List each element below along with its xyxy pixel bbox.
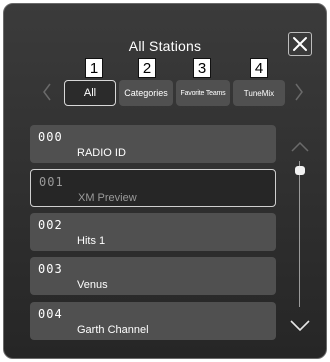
station-row-001[interactable]: 001 XM Preview bbox=[30, 169, 276, 207]
scrollbar-track[interactable] bbox=[299, 161, 300, 307]
station-number: 002 bbox=[38, 218, 63, 232]
callout-2: 2 bbox=[138, 58, 156, 78]
chevron-down-icon bbox=[290, 320, 310, 332]
station-name: Garth Channel bbox=[77, 324, 149, 336]
callout-1: 1 bbox=[85, 58, 103, 78]
page-title: All Stations bbox=[128, 38, 202, 54]
station-number: 004 bbox=[38, 307, 63, 321]
close-icon bbox=[293, 37, 307, 51]
station-name: Hits 1 bbox=[77, 235, 106, 247]
station-name: RADIO ID bbox=[77, 147, 126, 159]
next-tab-button[interactable] bbox=[294, 82, 304, 107]
radio-screen: All Stations 1 2 3 4 All Categories Favo… bbox=[3, 3, 327, 359]
callout-3: 3 bbox=[193, 58, 211, 78]
station-row-002[interactable]: 002 Hits 1 bbox=[30, 213, 276, 251]
station-row-003[interactable]: 003 Venus bbox=[30, 257, 276, 295]
close-button[interactable] bbox=[288, 32, 312, 56]
scrollbar-thumb[interactable] bbox=[295, 166, 305, 175]
callout-4: 4 bbox=[250, 58, 268, 78]
station-number: 000 bbox=[38, 130, 63, 144]
tab-all[interactable]: All bbox=[64, 80, 116, 106]
scroll-up-button[interactable] bbox=[291, 139, 309, 157]
station-row-004[interactable]: 004 Garth Channel bbox=[30, 302, 276, 340]
station-number: 003 bbox=[38, 262, 63, 276]
prev-tab-button[interactable] bbox=[42, 82, 52, 107]
chevron-up-icon bbox=[291, 141, 309, 152]
tab-favorite-teams[interactable]: Favorite Teams bbox=[176, 80, 230, 106]
chevron-left-icon bbox=[43, 83, 51, 101]
tab-categories[interactable]: Categories bbox=[119, 80, 173, 106]
station-name: Venus bbox=[77, 279, 108, 291]
scroll-down-button[interactable] bbox=[290, 319, 310, 337]
station-name: XM Preview bbox=[78, 192, 137, 204]
station-row-000[interactable]: 000 RADIO ID bbox=[30, 125, 276, 163]
tab-tunemix[interactable]: TuneMix bbox=[233, 80, 285, 106]
station-number: 001 bbox=[39, 175, 64, 189]
chevron-right-icon bbox=[295, 83, 303, 101]
